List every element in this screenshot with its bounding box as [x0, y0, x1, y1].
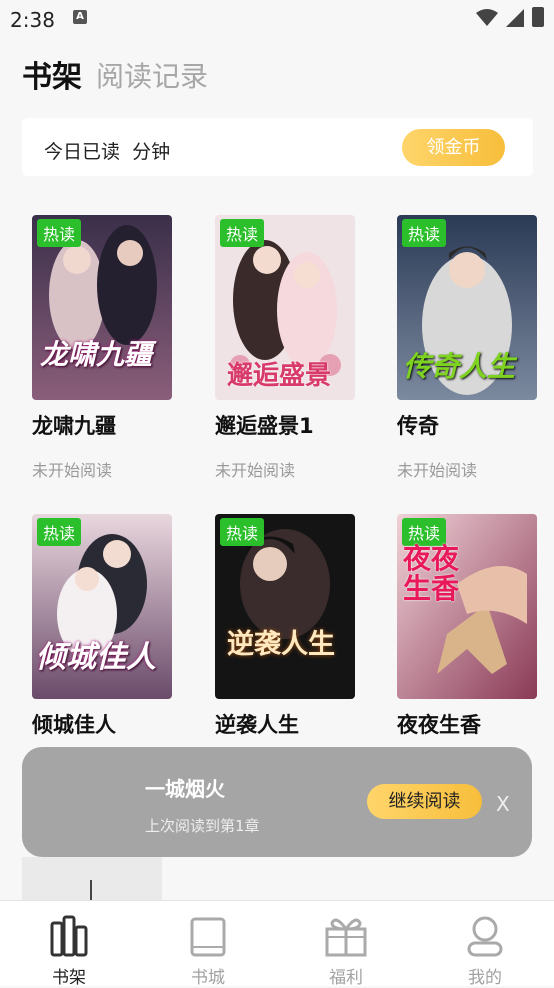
cover-title-text: 逆袭人生 [227, 629, 335, 660]
nav-welfare[interactable]: 福利 [306, 909, 386, 988]
user-icon [467, 916, 503, 957]
book-item[interactable]: 热读 逆袭人生 逆袭人生 [215, 514, 355, 737]
hot-badge: 热读 [220, 219, 265, 247]
cover-title-text: 夜夜生香 [403, 542, 460, 605]
book-status: 未开始阅读 [32, 461, 113, 480]
nav-label: 书架 [52, 968, 86, 988]
nav-label: 书城 [191, 968, 225, 988]
nav-label: 我的 [468, 968, 502, 988]
cover-title-text: 邂逅盛景 [227, 361, 332, 391]
cover-title-text: 传奇人生 [403, 350, 516, 383]
hot-badge: 热读 [37, 518, 82, 546]
book-title: 倾城佳人 [32, 713, 116, 737]
book-status: 未开始阅读 [215, 461, 296, 480]
book-title: 夜夜生香 [397, 713, 481, 737]
collect-coins-button[interactable]: 领金币 [402, 129, 505, 166]
hot-badge: 热读 [220, 518, 265, 546]
nav-bookstore[interactable]: 书城 [168, 909, 248, 988]
book-cover[interactable]: 热读 龙啸九疆 [32, 215, 172, 400]
bookshelf-icon [50, 915, 88, 957]
book-status: 未开始阅读 [397, 461, 478, 480]
book-title: 传奇 [397, 414, 439, 438]
book-cover[interactable]: 热读 邂逅盛景 [215, 215, 355, 400]
book-icon [190, 917, 226, 957]
continue-last-read: 上次阅读到第1章 [145, 817, 260, 835]
book-item[interactable]: 热读 传奇人生 传奇 未开始阅读 [397, 215, 537, 480]
nav-label: 福利 [329, 968, 363, 988]
book-cover[interactable]: 热读 夜夜生香 [397, 514, 537, 699]
book-item[interactable]: 热读 邂逅盛景 邂逅盛景1 未开始阅读 [215, 215, 355, 480]
book-title: 逆袭人生 [215, 713, 299, 737]
daily-reading-text: 今日已读 分钟 [44, 141, 171, 163]
tab-bookshelf[interactable]: 书架 [22, 52, 82, 96]
battery-icon [532, 7, 544, 27]
cover-title-text: 倾城佳人 [36, 640, 156, 675]
nav-bookshelf[interactable]: 书架 [29, 909, 109, 988]
book-title: 龙啸九疆 [32, 414, 116, 438]
status-bar: 2:38 A [0, 0, 554, 40]
continue-reading-button[interactable]: 继续阅读 [367, 784, 482, 819]
continue-book-title: 一城烟火 [145, 777, 225, 801]
wifi-icon [476, 9, 498, 26]
status-time: 2:38 [10, 8, 55, 32]
book-item[interactable]: 热读 夜夜生香 夜夜生香 [397, 514, 537, 737]
book-cover[interactable]: 热读 逆袭人生 [215, 514, 355, 699]
nav-profile[interactable]: 我的 [445, 909, 525, 988]
book-title: 邂逅盛景1 [215, 414, 314, 438]
gift-icon [325, 918, 367, 957]
tab-reading-history[interactable]: 阅读记录 [96, 55, 208, 95]
book-cover-partial [22, 857, 162, 902]
hot-badge: 热读 [37, 219, 82, 247]
cover-title-text: 龙啸九疆 [40, 338, 153, 371]
notification-icon: A [73, 10, 87, 24]
book-cover[interactable]: 热读 传奇人生 [397, 215, 537, 400]
daily-reading-card: 今日已读 分钟 领金币 [22, 118, 533, 176]
close-icon[interactable]: X [496, 792, 510, 816]
hot-badge: 热读 [402, 219, 447, 247]
book-item[interactable]: 热读 倾城佳人 倾城佳人 [32, 514, 172, 737]
divider [90, 880, 92, 902]
signal-icon [506, 9, 524, 27]
book-item[interactable]: 热读 龙啸九疆 龙啸九疆 未开始阅读 [32, 215, 172, 480]
continue-reading-banner[interactable]: 一城烟火 上次阅读到第1章 继续阅读 X [22, 747, 532, 857]
bottom-navigation: 书架 书城 福利 我的 [0, 900, 554, 988]
book-cover[interactable]: 热读 倾城佳人 [32, 514, 172, 699]
